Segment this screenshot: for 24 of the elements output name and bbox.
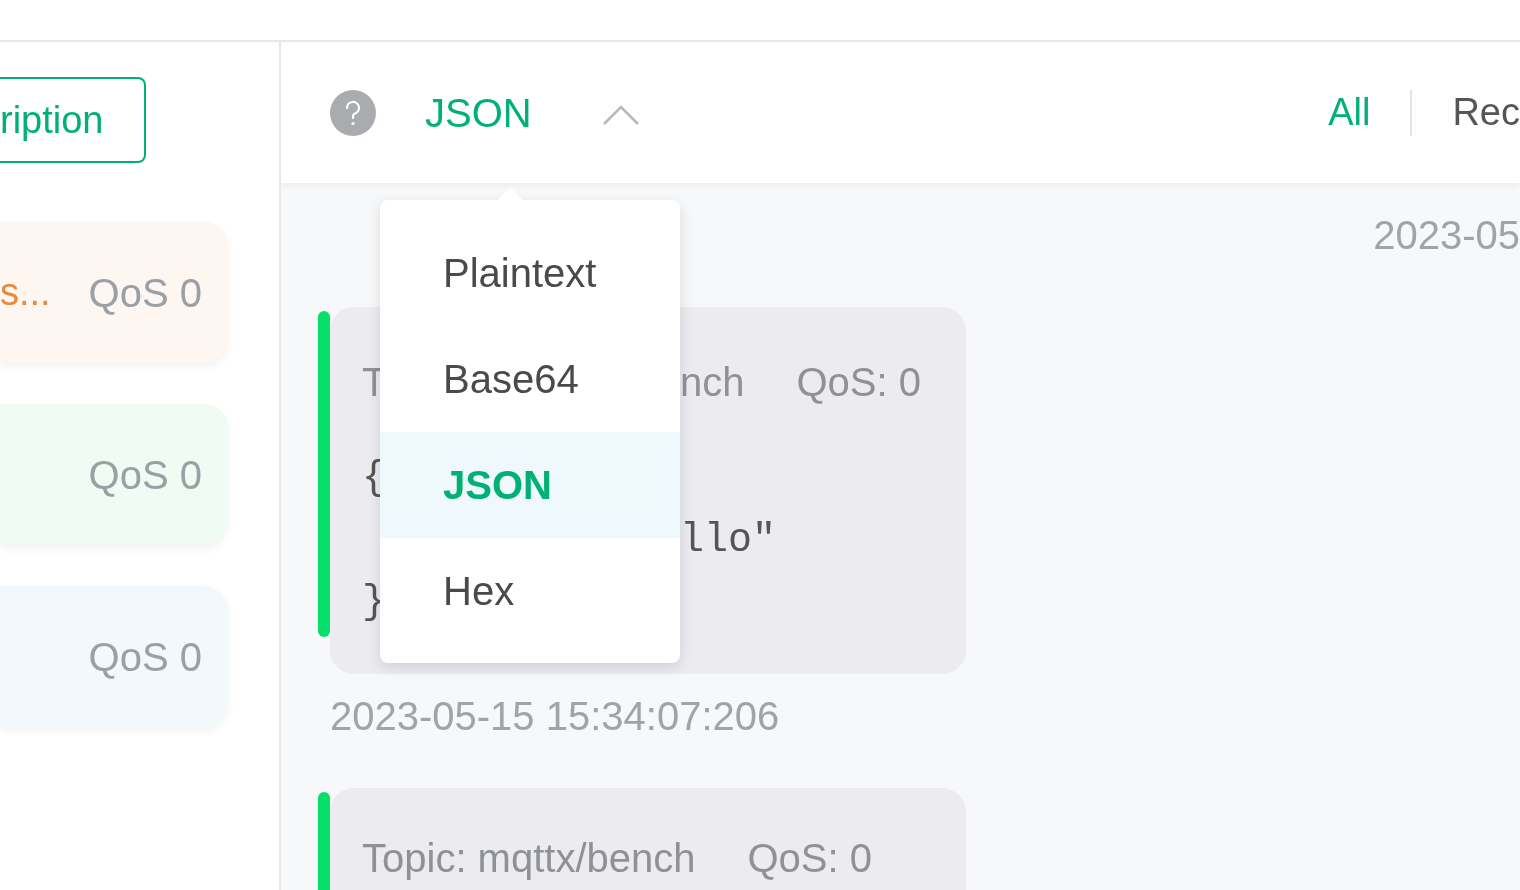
filter-tab[interactable]: All <box>1328 84 1371 141</box>
format-dropdown[interactable]: JSON <box>425 82 532 143</box>
format-option[interactable]: Hex <box>380 538 680 644</box>
format-option[interactable]: JSON <box>380 432 680 538</box>
subscription-card[interactable]: QoS 0 <box>0 586 228 727</box>
qos-label: QoS 0 <box>88 633 202 681</box>
subscription-card[interactable]: QoS 0 <box>0 404 228 545</box>
qos-label: QoS: 0 <box>796 359 922 406</box>
format-option[interactable]: Base64 <box>380 326 680 432</box>
payload-text: llo" <box>680 517 777 565</box>
qos-label: QoS: 0 <box>747 835 872 882</box>
format-option[interactable]: Plaintext <box>380 220 680 326</box>
filter-tab[interactable]: Rec <box>1452 84 1520 141</box>
topic-text: Topic: mqttx/bench <box>362 835 696 882</box>
subscription-card[interactable]: s... QoS 0 <box>0 222 228 363</box>
help-icon[interactable] <box>330 89 376 136</box>
new-subscription-button[interactable]: ription <box>0 77 146 163</box>
message-time: 2023-05-15 15:34:07:206 <box>330 694 780 738</box>
qos-label: QoS 0 <box>88 451 202 499</box>
qos-label: QoS 0 <box>88 269 202 317</box>
chevron-up-icon[interactable] <box>601 103 640 126</box>
topic-text: nch <box>680 359 745 406</box>
message-time: 2023-05 <box>1373 212 1520 259</box>
subscription-topic: s... <box>0 270 51 315</box>
